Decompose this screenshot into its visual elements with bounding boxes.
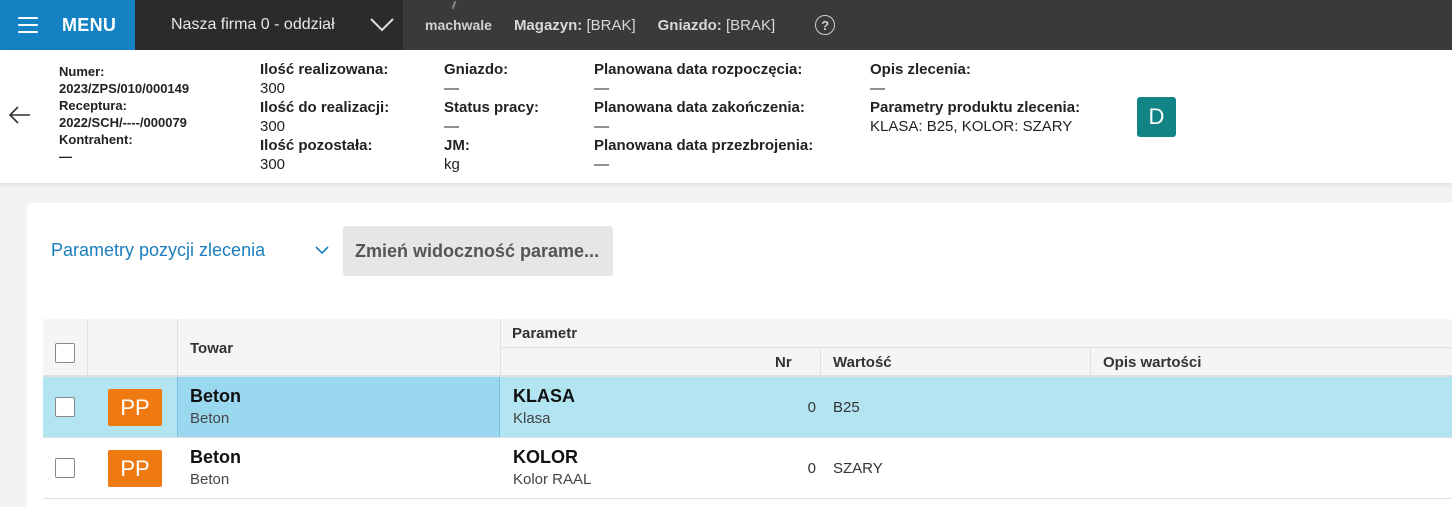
receptura-label: Receptura: [59, 98, 127, 113]
numer-label: Numer: [59, 64, 105, 79]
ilosc-realizowana-label: Ilość realizowana: [260, 61, 389, 78]
menu-label: MENU [62, 14, 117, 35]
towar-name: Beton [190, 447, 241, 467]
nr-value: 0 [807, 399, 816, 416]
select-all-checkbox[interactable] [55, 343, 75, 363]
param-value: KLASA: B25, KOLOR: SZARY [870, 118, 1073, 135]
top-bar: MENU Nasza firma 0 - oddział machwale Ma… [0, 0, 1452, 50]
column-header-towar[interactable]: Towar [190, 340, 233, 357]
param-label: Parametry produktu zlecenia: [870, 99, 1081, 116]
plan-end-label: Planowana data zakończenia: [594, 99, 805, 116]
ilosc-realizowana-value: 300 [260, 80, 286, 97]
kontrahent-value: — [59, 149, 72, 164]
ilosc-do-realizacji-value: 300 [260, 118, 286, 135]
divider [87, 319, 88, 377]
towar-subname: Beton [190, 471, 230, 488]
user-label: machwale [425, 17, 492, 33]
table-row[interactable]: PP Beton Beton KLASA Klasa 0 B25 [43, 377, 1452, 438]
towar-subname: Beton [190, 410, 230, 427]
plan-change-value: — [594, 156, 609, 173]
column-header-parametr: Parametr [512, 325, 578, 342]
header-column-dates: Planowana data rozpoczęcia: — Planowana … [594, 60, 813, 174]
order-header: Numer: 2023/ZPS/010/000149 Receptura: 20… [0, 50, 1452, 183]
wartosc-value: SZARY [833, 460, 883, 477]
header-column-quantity: Ilość realizowana: 300 Ilość do realizac… [260, 60, 389, 174]
param-name: KOLOR [513, 447, 578, 467]
header-column-status: Gniazdo: — Status pracy: — JM: kg [444, 60, 539, 174]
divider [177, 319, 178, 377]
opis-value: — [870, 80, 885, 97]
chevron-down-icon[interactable] [315, 245, 329, 255]
visibility-button[interactable]: Zmień widoczność parame... [343, 226, 613, 276]
status-label: Status pracy: [444, 99, 540, 116]
wartosc-value: B25 [833, 399, 860, 416]
gniazdo-value: [BRAK] [725, 16, 776, 34]
table-row[interactable]: PP Beton Beton KOLOR Kolor RAAL 0 SZARY [43, 438, 1452, 499]
jm-label: JM: [444, 137, 470, 154]
magazyn-label: Magazyn: [513, 16, 583, 34]
header-column-order: Numer: 2023/ZPS/010/000149 Receptura: 20… [59, 63, 189, 165]
gniazdo-header-value: — [444, 80, 459, 97]
back-arrow-icon[interactable] [8, 103, 32, 127]
parameters-table: Towar Parametr Nr Wartość Opis wartości … [43, 319, 1452, 499]
magazyn-info[interactable]: Magazyn: [BRAK] [514, 17, 636, 34]
column-header-opis[interactable]: Opis wartości [1103, 354, 1201, 371]
plan-start-value: — [594, 80, 609, 97]
menu-button[interactable]: MENU [0, 0, 135, 50]
receptura-value: 2022/SCH/----/000079 [59, 115, 187, 130]
param-subname: Klasa [513, 410, 551, 427]
ilosc-do-realizacji-label: Ilość do realizacji: [260, 99, 390, 116]
towar-cell[interactable]: Beton Beton [177, 438, 500, 498]
document-badge[interactable]: D [1137, 97, 1176, 137]
plan-start-label: Planowana data rozpoczęcia: [594, 61, 803, 78]
row-checkbox[interactable] [55, 397, 75, 417]
divider [1090, 347, 1091, 377]
ilosc-pozostala-label: Ilość pozostała: [260, 137, 373, 154]
towar-name: Beton [190, 386, 241, 406]
gniazdo-header-label: Gniazdo: [444, 61, 509, 78]
user-name[interactable]: machwale [425, 0, 492, 33]
divider [820, 347, 821, 377]
pp-badge: PP [108, 450, 162, 487]
column-header-nr[interactable]: Nr [775, 354, 792, 371]
divider [500, 319, 501, 377]
row-checkbox[interactable] [55, 458, 75, 478]
column-header-wartosc[interactable]: Wartość [833, 354, 892, 371]
hamburger-icon [18, 17, 38, 33]
status-value: — [444, 118, 459, 135]
magazyn-value: [BRAK] [586, 16, 636, 34]
gniazdo-info[interactable]: Gniazdo: [BRAK] [658, 17, 776, 34]
divider [500, 347, 1452, 348]
company-selector[interactable]: Nasza firma 0 - oddział [135, 0, 403, 50]
numer-value: 2023/ZPS/010/000149 [59, 81, 190, 96]
pp-badge: PP [108, 389, 162, 426]
header-column-description: Opis zlecenia: — Parametry produktu zlec… [870, 60, 1080, 136]
kontrahent-label: Kontrahent: [59, 132, 133, 147]
plan-change-label: Planowana data przezbrojenia: [594, 137, 814, 154]
opis-label: Opis zlecenia: [870, 61, 971, 78]
company-name: Nasza firma 0 - oddział [171, 16, 335, 33]
user-decoration [451, 0, 457, 10]
panel-title[interactable]: Parametry pozycji zlecenia [51, 240, 265, 261]
towar-cell[interactable]: Beton Beton [177, 377, 500, 437]
jm-value: kg [444, 156, 460, 173]
chevron-down-icon [370, 18, 394, 32]
nr-value: 0 [807, 460, 816, 477]
param-subname: Kolor RAAL [513, 471, 592, 488]
ilosc-pozostala-value: 300 [260, 156, 286, 173]
help-icon[interactable]: ? [815, 15, 836, 35]
gniazdo-label: Gniazdo: [657, 16, 722, 34]
plan-end-value: — [594, 118, 609, 135]
param-name: KLASA [513, 386, 575, 406]
table-header: Towar Parametr Nr Wartość Opis wartości [43, 319, 1452, 377]
